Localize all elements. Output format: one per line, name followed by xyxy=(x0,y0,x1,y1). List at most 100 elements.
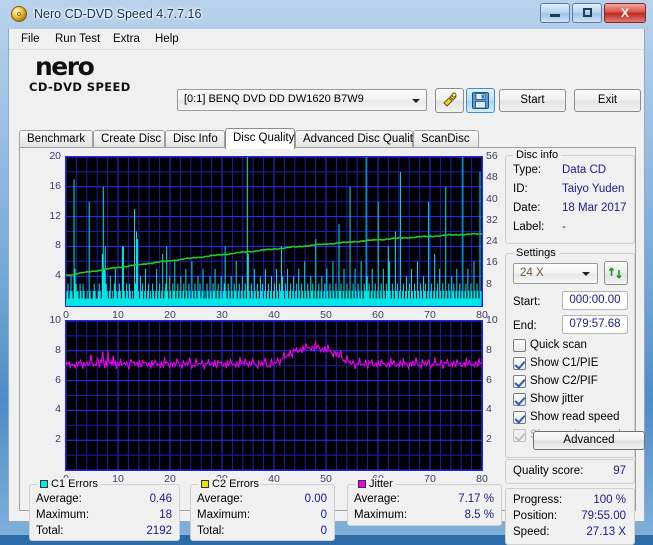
jitter-canvas xyxy=(66,321,482,470)
label-show-jitter: Show jitter xyxy=(530,393,584,405)
tab-disc-info[interactable]: Disc Info xyxy=(165,130,225,148)
tab-benchmark[interactable]: Benchmark xyxy=(19,130,93,148)
menu-item-run-test[interactable]: Run Test xyxy=(49,32,106,47)
logo-subtitle: CD-DVD SPEED xyxy=(29,80,131,94)
jitter-average-label: Average: xyxy=(354,493,400,505)
menu-item-help[interactable]: Help xyxy=(149,32,185,47)
disc-type-label: Type: xyxy=(513,164,542,176)
window-title: Nero CD-DVD Speed 4.7.7.16 xyxy=(34,7,202,21)
refresh-icon xyxy=(608,267,622,279)
checkbox-show-write-speed xyxy=(513,429,526,442)
app-window: Nero CD-DVD Speed 4.7.7.16 X File Run Te… xyxy=(0,0,653,545)
tab-scandisc[interactable]: ScanDisc xyxy=(413,130,479,148)
save-button[interactable] xyxy=(466,88,495,113)
jitter-stats: Jitter Average: 7.17 % Maximum: 8.5 % xyxy=(347,478,502,526)
logo-wordmark: nero xyxy=(35,52,95,81)
jitter-maximum-label: Maximum: xyxy=(354,509,408,521)
nero-logo: nero CD-DVD SPEED xyxy=(29,52,169,96)
speed-select-value: 24 X xyxy=(520,267,544,279)
c2-errors-stats: C2 Errors Average: 0.00 Maximum: 0 Total… xyxy=(190,478,335,541)
jitter-ytick-4: 4 xyxy=(55,403,61,416)
label-quick-scan: Quick scan xyxy=(530,339,587,351)
jitter-ytick-8: 8 xyxy=(55,343,61,356)
c1-total-value: 2192 xyxy=(146,525,172,537)
start-button[interactable]: Start xyxy=(499,89,566,112)
checkbox-quick-scan[interactable] xyxy=(513,339,526,352)
jitter-caption-text: Jitter xyxy=(369,478,393,490)
c2-maximum-label: Maximum: xyxy=(197,509,251,521)
disc-info-panel: Disc info Type: Data CD ID: Taiyo Yuden … xyxy=(505,149,635,244)
position-label: Position: xyxy=(513,510,558,522)
disc-id-value: Taiyo Yuden xyxy=(562,183,625,195)
progress-value: 100 % xyxy=(593,494,626,506)
client-area: File Run Test Extra Help nero CD-DVD SPE… xyxy=(8,29,645,545)
refresh-button[interactable] xyxy=(604,261,628,285)
c2-maximum-value: 0 xyxy=(320,509,327,521)
tab-create-disc[interactable]: Create Disc xyxy=(93,130,165,148)
speed-select[interactable]: 24 X xyxy=(513,263,598,284)
checkbox-show-read-speed[interactable] xyxy=(513,411,526,424)
c1-total-label: Total: xyxy=(36,525,64,537)
close-button[interactable]: X xyxy=(604,3,646,23)
c2-total-label: Total: xyxy=(197,525,225,537)
c1-errors-caption-text: C1 Errors xyxy=(51,478,99,490)
status-panel: Progress: 100 % Position: 79:55.00 Speed… xyxy=(505,488,635,545)
speed-value: 27.13 X xyxy=(586,526,626,538)
drive-select-value: [0:1] BENQ DVD DD DW1620 B7W9 xyxy=(184,93,364,105)
c1-errors-plot[interactable] xyxy=(65,156,483,307)
exit-button[interactable]: Exit xyxy=(574,89,641,112)
floppy-save-icon xyxy=(472,92,489,109)
minimize-button[interactable] xyxy=(540,3,570,23)
end-time-field[interactable]: 079:57.68 xyxy=(562,315,628,334)
label-show-c2-pif: Show C2/PIF xyxy=(530,375,598,387)
menu-item-extra[interactable]: Extra xyxy=(107,32,146,47)
c1-average-label: Average: xyxy=(36,493,82,505)
position-value: 79:55.00 xyxy=(581,510,626,522)
c1-maximum-value: 18 xyxy=(159,509,172,521)
stamp-icon xyxy=(442,92,457,107)
title-bar: Nero CD-DVD Speed 4.7.7.16 X xyxy=(0,0,653,29)
c1-ytick-16: 16 xyxy=(49,179,61,192)
c2-color-swatch xyxy=(201,480,209,488)
minimize-icon xyxy=(550,14,560,17)
settings-caption: Settings xyxy=(513,247,559,259)
c1-average-value: 0.46 xyxy=(149,493,172,505)
disc-info-caption: Disc info xyxy=(513,149,562,161)
disc-label-label: Label: xyxy=(513,221,545,233)
maximize-button[interactable] xyxy=(572,3,602,23)
chevron-down-icon xyxy=(582,272,590,276)
jitter-maximum-value: 8.5 % xyxy=(464,509,494,521)
progress-label: Progress: xyxy=(513,494,563,506)
jitter-color-swatch xyxy=(358,480,366,488)
checkbox-show-c2-pif[interactable] xyxy=(513,375,526,388)
tab-advanced-disc-quality[interactable]: Advanced Disc Quality xyxy=(295,130,419,148)
end-time-label: End: xyxy=(513,320,537,332)
c1-color-swatch xyxy=(40,480,48,488)
c1-ytick-20: 20 xyxy=(49,150,61,162)
quality-score-panel: Quality score: 97 xyxy=(505,459,635,484)
disc-id-label: ID: xyxy=(513,183,528,195)
eject-stamp-button[interactable] xyxy=(435,88,464,113)
checkbox-show-c1-pie[interactable] xyxy=(513,357,526,370)
c1-errors-caption: C1 Errors xyxy=(37,478,102,490)
quality-score-value: 97 xyxy=(613,465,626,477)
quality-score-label: Quality score: xyxy=(513,465,584,477)
label-show-read-speed: Show read speed xyxy=(530,411,620,423)
disc-date-value: 18 Mar 2017 xyxy=(562,202,627,214)
checkbox-show-jitter[interactable] xyxy=(513,393,526,406)
advanced-button[interactable]: Advanced xyxy=(533,431,645,450)
tab-disc-quality[interactable]: Disc Quality xyxy=(225,128,295,149)
speed-label: Speed: xyxy=(513,526,550,538)
jitter-ytick-10: 10 xyxy=(49,314,61,326)
c2-average-value: 0.00 xyxy=(304,493,327,505)
menu-item-file[interactable]: File xyxy=(15,32,46,47)
jitter-ytick-6: 6 xyxy=(55,373,61,386)
c1-ytick-12: 12 xyxy=(49,209,61,222)
start-time-field[interactable]: 000:00.00 xyxy=(562,291,628,310)
c2-average-label: Average: xyxy=(197,493,243,505)
label-show-c1-pie: Show C1/PIE xyxy=(530,357,599,369)
jitter-caption: Jitter xyxy=(355,478,396,490)
jitter-plot[interactable] xyxy=(65,320,483,471)
drive-select[interactable]: [0:1] BENQ DVD DD DW1620 B7W9 xyxy=(177,89,427,111)
c1-ytick-8: 8 xyxy=(55,239,61,252)
